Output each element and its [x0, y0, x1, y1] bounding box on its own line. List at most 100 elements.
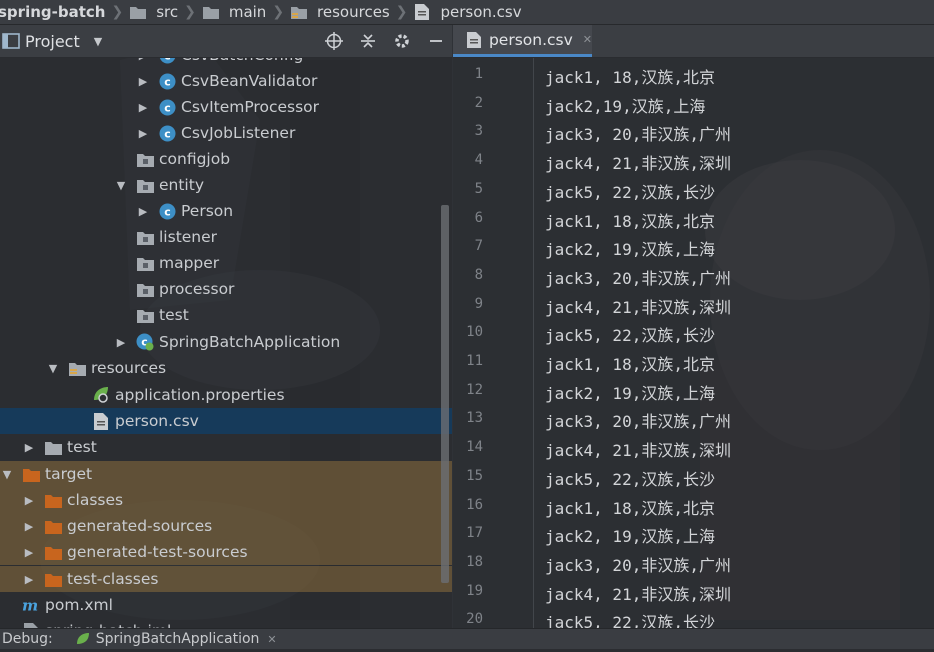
- expand-arrow-icon[interactable]: ▶: [22, 520, 36, 533]
- code-line[interactable]: jack5, 22,汉族,长沙: [545, 466, 715, 490]
- code-line[interactable]: jack3, 20,非汉族,广州: [545, 265, 731, 289]
- code-line[interactable]: jack1, 18,汉族,北京: [545, 64, 715, 88]
- tree-item-classes[interactable]: ▶ classes: [0, 487, 452, 513]
- breadcrumb-project[interactable]: spring-batch: [0, 0, 105, 24]
- csv-file-icon: [413, 3, 431, 21]
- code-line[interactable]: jack4, 21,非汉族,深圳: [545, 294, 731, 318]
- breadcrumb-src[interactable]: ❯ src: [105, 0, 178, 24]
- collapse-arrow-icon[interactable]: ▼: [114, 179, 128, 192]
- tree-item-csvitemprocessor[interactable]: ▶ c CsvItemProcessor: [0, 94, 452, 120]
- collapse-arrow-icon[interactable]: ▼: [46, 362, 60, 375]
- close-icon[interactable]: ✕: [583, 33, 592, 46]
- breadcrumb-resources[interactable]: ❯ resources: [266, 0, 389, 24]
- package-icon: [136, 150, 154, 168]
- line-number: 10: [466, 324, 483, 341]
- code-line[interactable]: jack1, 18,汉族,北京: [545, 495, 715, 519]
- tree-item-person[interactable]: ▶ c Person: [0, 198, 452, 224]
- line-number: 13: [466, 410, 483, 427]
- code-line[interactable]: jack5, 22,汉族,长沙: [545, 609, 715, 628]
- package-icon: [136, 306, 154, 324]
- gear-icon[interactable]: [392, 31, 412, 51]
- code-line[interactable]: jack2,19,汉族,上海: [545, 93, 705, 117]
- tree-item-test[interactable]: test: [0, 302, 452, 328]
- expand-arrow-icon[interactable]: ▶: [136, 75, 150, 88]
- expand-arrow-icon[interactable]: ▶: [136, 58, 150, 62]
- code-line[interactable]: jack3, 20,非汉族,广州: [545, 408, 731, 432]
- tree-item-label: CsvBeanValidator: [181, 72, 318, 90]
- line-number: 18: [466, 553, 483, 570]
- tree-item-person-csv[interactable]: person.csv: [0, 408, 452, 434]
- line-number-gutter: 1 2 3 4 5 6 7 8 9 10 11 12 13 14 15 16 17 18 19 20: [453, 58, 533, 628]
- expand-arrow-icon[interactable]: ▶: [136, 127, 150, 140]
- collapse-all-icon[interactable]: [358, 31, 378, 51]
- breadcrumb-main[interactable]: ❯ main: [178, 0, 266, 24]
- tree-item-application-properties[interactable]: application.properties: [0, 382, 452, 408]
- expand-arrow-icon[interactable]: ▶: [136, 101, 150, 114]
- orange-folder-icon: [44, 543, 62, 561]
- orange-folder-icon: [22, 465, 40, 483]
- code-line[interactable]: jack3, 20,非汉族,广州: [545, 121, 731, 145]
- expand-arrow-icon[interactable]: ▶: [22, 546, 36, 559]
- tree-item-mapper[interactable]: mapper: [0, 250, 452, 276]
- code-line[interactable]: jack3, 20,非汉族,广州: [545, 552, 731, 576]
- tree-scrollbar[interactable]: [441, 205, 449, 583]
- expand-arrow-icon[interactable]: ▶: [22, 441, 36, 454]
- gutter-divider: [533, 58, 534, 628]
- chevron-right-icon: ❯: [272, 4, 285, 20]
- code-line[interactable]: jack1, 18,汉族,北京: [545, 208, 715, 232]
- line-number: 2: [474, 94, 483, 111]
- tree-item-resources[interactable]: ▼ resources: [0, 355, 452, 381]
- code-line[interactable]: jack5, 22,汉族,长沙: [545, 322, 715, 346]
- expand-arrow-icon[interactable]: ▶: [136, 205, 150, 218]
- code-editor[interactable]: 1 2 3 4 5 6 7 8 9 10 11 12 13 14 15 16 17 18 19 20 jack1, 1…: [453, 58, 934, 628]
- tree-item-test[interactable]: ▶ test: [0, 434, 452, 460]
- tree-item-generated-test-sources[interactable]: ▶ generated-test-sources: [0, 539, 452, 565]
- tree-item-pom-xml[interactable]: m pom.xml: [0, 592, 452, 618]
- tree-item-entity[interactable]: ▼ entity: [0, 172, 452, 198]
- tree-item-csvjoblistener[interactable]: ▶ c CsvJobListener: [0, 120, 452, 146]
- code-line[interactable]: jack2, 19,汉族,上海: [545, 236, 715, 260]
- line-number: 3: [474, 123, 483, 140]
- tree-item-processor[interactable]: processor: [0, 276, 452, 302]
- tree-item-csvbatchconfig[interactable]: ▶ c CsvBatchConfig: [0, 58, 452, 68]
- tree-item-generated-sources[interactable]: ▶ generated-sources: [0, 513, 452, 539]
- expand-arrow-icon[interactable]: ▶: [114, 336, 128, 349]
- code-line[interactable]: jack1, 18,汉族,北京: [545, 351, 715, 375]
- chevron-right-icon: ❯: [395, 4, 408, 20]
- code-line[interactable]: jack4, 21,非汉族,深圳: [545, 437, 731, 461]
- tree-item-label: processor: [159, 280, 235, 298]
- tree-item-spring-batch-iml[interactable]: spring-batch.iml: [0, 618, 452, 628]
- breadcrumb-file[interactable]: ❯ person.csv: [390, 0, 522, 24]
- class-icon: c: [158, 72, 176, 90]
- locate-icon[interactable]: [324, 31, 344, 51]
- tree-item-springbatchapplication[interactable]: ▶ c SpringBatchApplication: [0, 329, 452, 355]
- code-line[interactable]: jack4, 21,非汉族,深圳: [545, 581, 731, 605]
- close-icon[interactable]: ✕: [267, 633, 276, 646]
- tree-item-configjob[interactable]: configjob: [0, 146, 452, 172]
- tree-item-listener[interactable]: listener: [0, 224, 452, 250]
- tab-person-csv[interactable]: person.csv ✕: [453, 25, 592, 57]
- code-line[interactable]: jack4, 21,非汉族,深圳: [545, 150, 731, 174]
- class-icon: c: [158, 124, 176, 142]
- run-config-tab[interactable]: SpringBatchApplication ✕: [75, 631, 277, 647]
- collapse-arrow-icon[interactable]: ▼: [0, 468, 14, 481]
- tree-item-target[interactable]: ▼ target: [0, 461, 452, 487]
- expand-arrow-icon[interactable]: ▶: [22, 573, 36, 586]
- csv-file-icon: [465, 31, 483, 49]
- tree-item-label: application.properties: [115, 386, 285, 404]
- code-line[interactable]: jack2, 19,汉族,上海: [545, 380, 715, 404]
- code-line[interactable]: jack5, 22,汉族,长沙: [545, 179, 715, 203]
- project-view-selector[interactable]: Project ▼: [0, 32, 102, 51]
- minimize-icon[interactable]: [426, 31, 446, 51]
- orange-folder-icon: [44, 517, 62, 535]
- tree-item-csvbeanvalidator[interactable]: ▶ c CsvBeanValidator: [0, 68, 452, 94]
- tree-item-label: test-classes: [67, 570, 159, 588]
- tree-item-test-classes[interactable]: ▶ test-classes: [0, 566, 452, 592]
- svg-text:c: c: [164, 101, 171, 114]
- tree-item-label: person.csv: [115, 412, 199, 430]
- code-line[interactable]: jack2, 19,汉族,上海: [545, 523, 715, 547]
- expand-arrow-icon[interactable]: ▶: [22, 494, 36, 507]
- tree-item-label: CsvItemProcessor: [181, 98, 320, 116]
- project-icon: [2, 32, 20, 50]
- line-number: 14: [466, 439, 483, 456]
